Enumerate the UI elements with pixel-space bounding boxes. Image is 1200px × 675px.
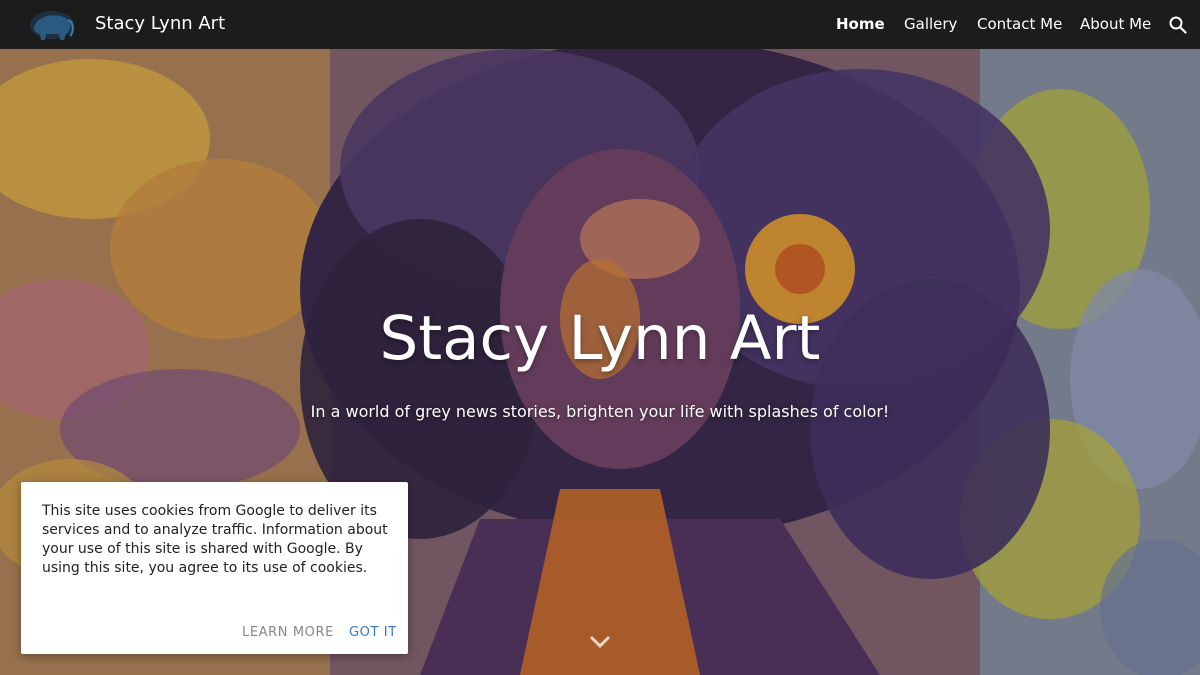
nav-gallery[interactable]: Gallery (904, 15, 957, 33)
nav-contact-me[interactable]: Contact Me (977, 15, 1062, 33)
site-title[interactable]: Stacy Lynn Art (95, 13, 225, 34)
nav-home[interactable]: Home (836, 15, 885, 33)
nav-about-me[interactable]: About Me (1080, 15, 1151, 33)
top-navigation-bar: Stacy Lynn Art Home Gallery Contact Me A… (0, 0, 1200, 49)
cookie-message: This site uses cookies from Google to de… (42, 503, 388, 576)
search-icon[interactable] (1169, 16, 1187, 34)
hero-title: Stacy Lynn Art (379, 303, 821, 374)
page: Stacy Lynn Art Home Gallery Contact Me A… (0, 0, 1200, 675)
elephant-logo-icon[interactable] (26, 6, 78, 44)
chevron-down-icon[interactable] (588, 632, 612, 652)
cookie-banner: This site uses cookies from Google to de… (21, 482, 408, 654)
got-it-button[interactable]: GOT IT (349, 625, 397, 640)
hero-subtitle: In a world of grey news stories, brighte… (310, 402, 890, 421)
learn-more-button[interactable]: LEARN MORE (242, 625, 334, 640)
